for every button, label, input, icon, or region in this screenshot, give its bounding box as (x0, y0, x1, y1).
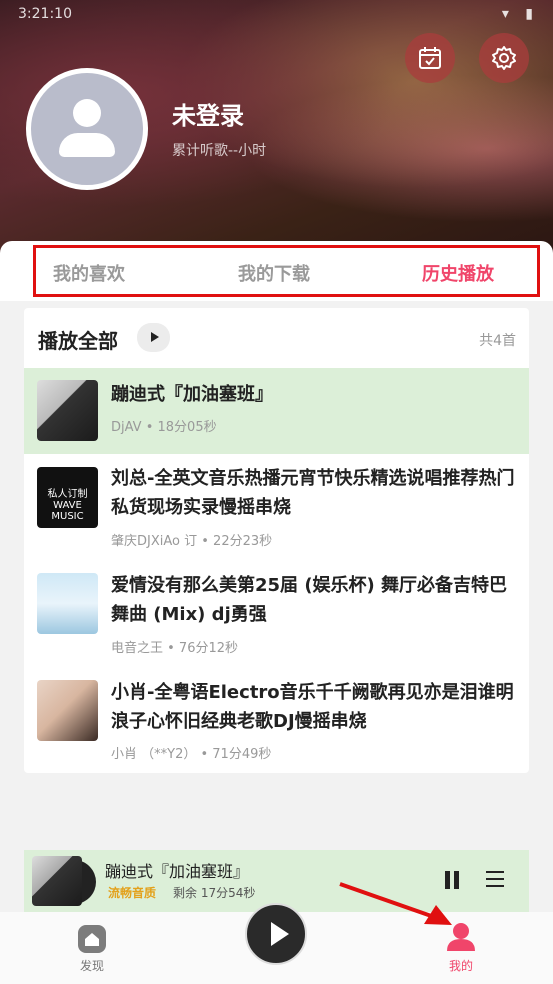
song-title: 爱情没有那么美第25届 (娱乐杯) 舞厅必备吉特巴舞曲 (Mix) dj勇强 (111, 575, 508, 625)
list-item[interactable]: 蹦迪式『加油塞班』 DjAV • 18分05秒 (24, 368, 529, 454)
play-all-label[interactable]: 播放全部 (38, 325, 118, 354)
player-title: 蹦迪式『加油塞班』 (105, 862, 250, 881)
center-play-button[interactable] (245, 903, 307, 965)
song-cover (37, 680, 98, 741)
avatar-head-icon (73, 99, 101, 127)
remaining-time: 剩余 17分54秒 (173, 886, 256, 900)
cover-text: 私人订制 WAVE MUSIC (47, 489, 88, 522)
playlist-menu-icon[interactable] (486, 871, 504, 887)
tab-favorites[interactable]: 我的喜欢 (53, 260, 125, 286)
gear-icon (492, 46, 516, 70)
status-time: 3:21:10 (18, 6, 72, 22)
quality-badge[interactable]: 流畅音质 (108, 884, 156, 901)
avatar[interactable] (26, 68, 148, 190)
list-item[interactable]: 爱情没有那么美第25届 (娱乐杯) 舞厅必备吉特巴舞曲 (Mix) dj勇强 电… (24, 565, 529, 669)
status-icons: ▾ ▮ (501, 6, 539, 22)
play-all-button[interactable] (137, 323, 170, 352)
song-cover (37, 380, 98, 441)
settings-button[interactable] (479, 33, 529, 83)
song-meta: DjAV • 18分05秒 (111, 420, 217, 435)
user-icon (447, 923, 475, 951)
song-count: 共4首 (479, 333, 516, 349)
listen-time: 累计听歌--小时 (172, 143, 267, 159)
song-cover (37, 573, 98, 634)
calendar-button[interactable] (405, 33, 455, 83)
song-cover: 私人订制 WAVE MUSIC (37, 467, 98, 528)
username[interactable]: 未登录 (172, 96, 244, 131)
list-item[interactable]: 私人订制 WAVE MUSIC 刘总-全英文音乐热播元宵节快乐精选说唱推荐热门私… (24, 455, 529, 559)
song-meta: 肇庆DJXiAo 订 • 22分23秒 (111, 534, 273, 549)
calendar-icon (419, 47, 441, 69)
avatar-body-icon (59, 133, 115, 157)
list-item[interactable]: 小肖-全粤语Electro音乐千千阙歌再见亦是泪谁明浪子心怀旧经典老歌DJ慢摇串… (24, 672, 529, 772)
status-bar: 3:21:10 ▾ ▮ (0, 0, 553, 30)
pause-icon[interactable] (443, 871, 461, 889)
song-meta: 电音之王 • 76分12秒 (111, 641, 239, 656)
player-cover (32, 856, 82, 906)
song-title: 刘总-全英文音乐热播元宵节快乐精选说唱推荐热门私货现场实录慢摇串烧 (111, 468, 515, 518)
tab-downloads[interactable]: 我的下载 (238, 260, 310, 286)
song-meta: 小肖 （**Y2） • 71分49秒 (111, 747, 272, 762)
nav-mine-label: 我的 (449, 959, 474, 973)
nav-discover-label: 发现 (80, 959, 105, 973)
song-title: 小肖-全粤语Electro音乐千千阙歌再见亦是泪谁明浪子心怀旧经典老歌DJ慢摇串… (111, 682, 514, 732)
home-icon (78, 925, 106, 953)
song-title: 蹦迪式『加油塞班』 (111, 384, 273, 405)
tab-history[interactable]: 历史播放 (422, 260, 494, 286)
